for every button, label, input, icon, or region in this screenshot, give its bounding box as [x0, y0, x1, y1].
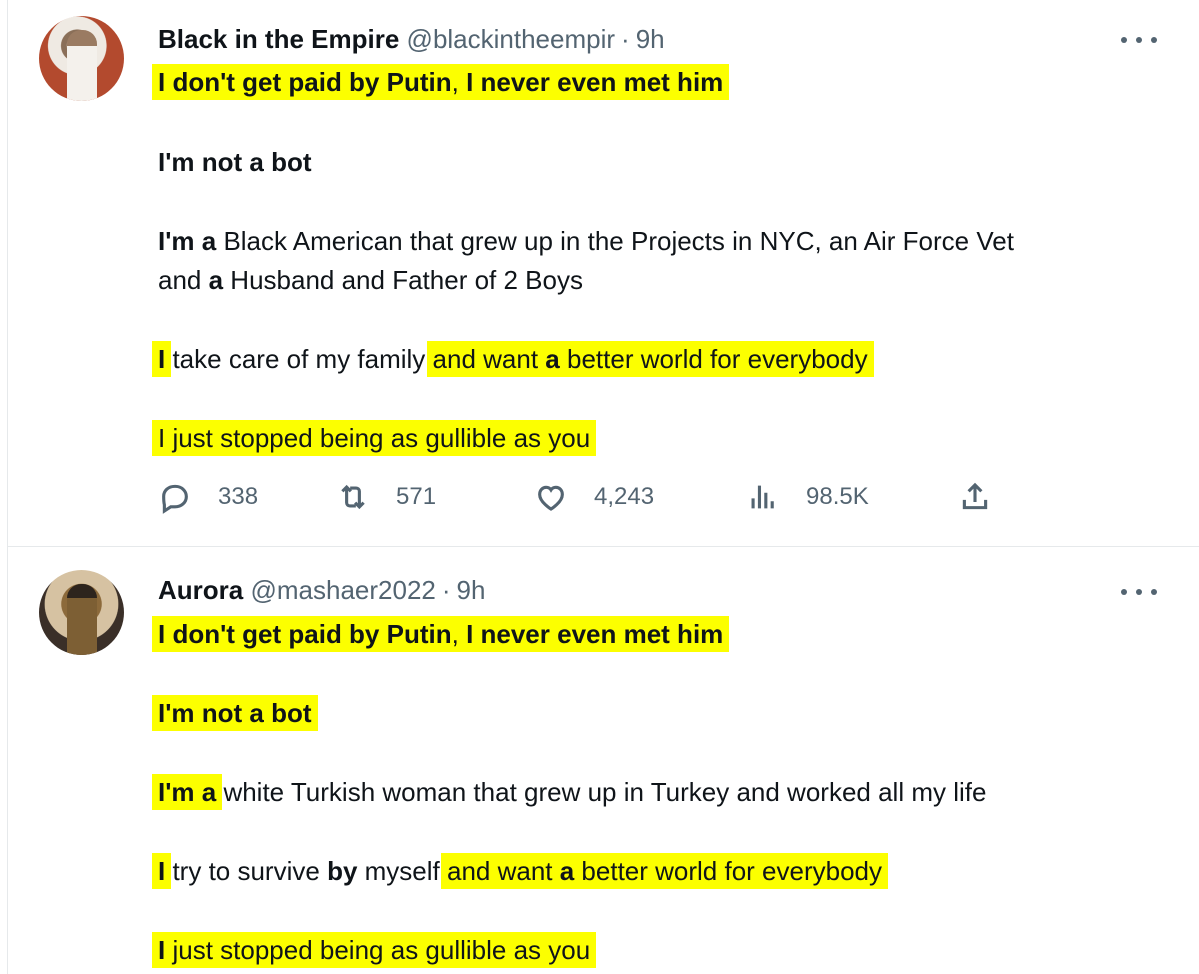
separator: ·: [441, 575, 451, 605]
avatar[interactable]: [39, 570, 124, 655]
highlighted-text: I just stopped being as gullible as you: [152, 932, 597, 968]
timestamp[interactable]: 9h: [636, 24, 665, 54]
views-icon: [751, 485, 774, 509]
retweet-button[interactable]: 571: [336, 480, 436, 514]
highlighted-text: and want a better world for everybody: [440, 853, 889, 889]
tweet-text-line: I just stopped being as gullible as you: [152, 420, 597, 456]
tweet-text-line: and a Husband and Father of 2 Boys: [158, 265, 583, 295]
tweet-actions: 338 571 4,243 98.5K: [158, 480, 1018, 524]
timestamp[interactable]: 9h: [457, 575, 486, 605]
highlighted-text: I'm a: [152, 774, 223, 810]
tweet-text-line: I'm a Black American that grew up in the…: [158, 226, 1014, 256]
reply-count: 338: [218, 483, 259, 510]
share-button[interactable]: [958, 480, 992, 514]
reply-icon: [162, 484, 188, 514]
tweet-text-line: I don't get paid by Putin, I never even …: [152, 616, 730, 652]
highlighted-text: and want a better world for everybody: [426, 341, 874, 377]
avatar[interactable]: [39, 16, 124, 101]
more-icon[interactable]: [1121, 582, 1157, 602]
like-icon: [538, 485, 564, 511]
author-handle[interactable]: @blackintheempir: [407, 24, 615, 54]
tweet[interactable]: Black in the Empire @blackintheempir · 9h …: [0, 0, 1199, 546]
tweet-text-line: I'm not a bot: [158, 147, 312, 177]
author-name[interactable]: Black in the Empire: [158, 24, 399, 54]
highlighted-text: I just stopped being as gullible as you: [152, 420, 597, 456]
tweet[interactable]: Aurora @mashaer2022 · 9h I don't get paid …: [0, 547, 1199, 974]
separator: ·: [621, 24, 630, 54]
highlighted-text: I don't get paid by Putin, I never even …: [152, 616, 730, 652]
tweet-text-line: I'm a white Turkish woman that grew up i…: [152, 774, 986, 810]
tweet-text-line: I just stopped being as gullible as you: [152, 932, 597, 968]
more-icon[interactable]: [1121, 30, 1157, 50]
views-count: 98.5K: [806, 483, 869, 510]
highlighted-text: I don't get paid by Putin, I never even …: [152, 64, 730, 100]
retweet-icon: [341, 484, 365, 510]
tweet-text-line: I don't get paid by Putin, I never even …: [152, 64, 730, 100]
like-count: 4,243: [594, 483, 655, 510]
tweet-text-line: I'm not a bot: [152, 695, 318, 731]
tweet-text-line: I take care of my family and want a bett…: [152, 341, 874, 377]
tweet-text-line: I try to survive by myself and want a be…: [152, 853, 889, 889]
highlighted-text: I'm not a bot: [152, 695, 318, 731]
tweet-header: Black in the Empire @blackintheempir · 9h: [158, 24, 665, 54]
author-handle[interactable]: @mashaer2022: [250, 575, 435, 605]
reply-button[interactable]: 338: [158, 480, 258, 514]
tweet-header: Aurora @mashaer2022 · 9h: [158, 575, 485, 605]
author-name[interactable]: Aurora: [158, 575, 243, 605]
retweet-count: 571: [396, 483, 437, 510]
like-button[interactable]: 4,243: [534, 480, 654, 514]
share-icon: [962, 482, 988, 510]
views-button[interactable]: 98.5K: [746, 480, 869, 514]
